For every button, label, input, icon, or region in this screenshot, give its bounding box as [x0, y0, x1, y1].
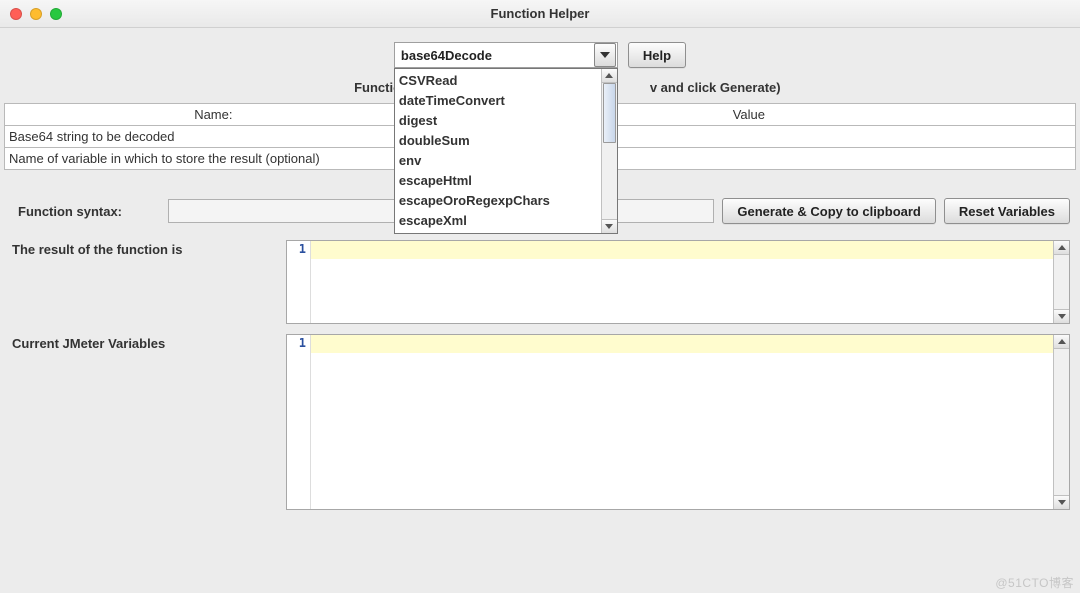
watermark: @51CTO博客 — [995, 574, 1074, 591]
result-scrollbar[interactable] — [1053, 241, 1069, 323]
parameters-name-header: Name: — [5, 104, 423, 126]
result-label: The result of the function is — [10, 240, 278, 257]
popup-scrollbar[interactable] — [601, 69, 617, 233]
function-option[interactable]: dateTimeConvert — [399, 91, 597, 111]
result-textarea[interactable]: 1 — [286, 240, 1070, 324]
help-button[interactable]: Help — [628, 42, 686, 68]
param-name-cell: Name of variable in which to store the r… — [5, 148, 423, 170]
reset-variables-button[interactable]: Reset Variables — [944, 198, 1070, 224]
window-titlebar: Function Helper — [0, 0, 1080, 28]
function-option[interactable]: digest — [399, 111, 597, 131]
scroll-up-arrow[interactable] — [1054, 335, 1069, 349]
scroll-thumb[interactable] — [603, 83, 616, 143]
function-select-arrow[interactable] — [594, 43, 616, 67]
function-option[interactable]: escapeOroRegexpChars — [399, 191, 597, 211]
window-title: Function Helper — [0, 6, 1080, 21]
function-select[interactable]: base64Decode CSVRead dateTimeConvert dig… — [394, 42, 618, 68]
scroll-down-arrow[interactable] — [1054, 309, 1069, 323]
scroll-down-arrow[interactable] — [1054, 495, 1069, 509]
result-current-line — [311, 241, 1053, 259]
function-syntax-label: Function syntax: — [18, 204, 160, 219]
param-name-cell: Base64 string to be decoded — [5, 126, 423, 148]
scroll-up-arrow[interactable] — [1054, 241, 1069, 255]
function-option[interactable]: escapeHtml — [399, 171, 597, 191]
jmeter-vars-textarea[interactable]: 1 — [286, 334, 1070, 510]
scroll-up-arrow[interactable] — [602, 69, 617, 83]
function-select-popup[interactable]: CSVRead dateTimeConvert digest doubleSum… — [394, 68, 618, 234]
vars-current-line — [311, 335, 1053, 353]
result-gutter: 1 — [287, 241, 311, 323]
scroll-down-arrow[interactable] — [602, 219, 617, 233]
function-option[interactable]: CSVRead — [399, 71, 597, 91]
function-select-value: base64Decode — [395, 48, 594, 63]
vars-gutter: 1 — [287, 335, 311, 509]
vars-scrollbar[interactable] — [1053, 335, 1069, 509]
function-option[interactable]: env — [399, 151, 597, 171]
function-option[interactable]: escapeXml — [399, 211, 597, 231]
jmeter-vars-label: Current JMeter Variables — [10, 334, 278, 351]
generate-copy-button[interactable]: Generate & Copy to clipboard — [722, 198, 935, 224]
function-option[interactable]: doubleSum — [399, 131, 597, 151]
chevron-down-icon — [600, 52, 610, 58]
